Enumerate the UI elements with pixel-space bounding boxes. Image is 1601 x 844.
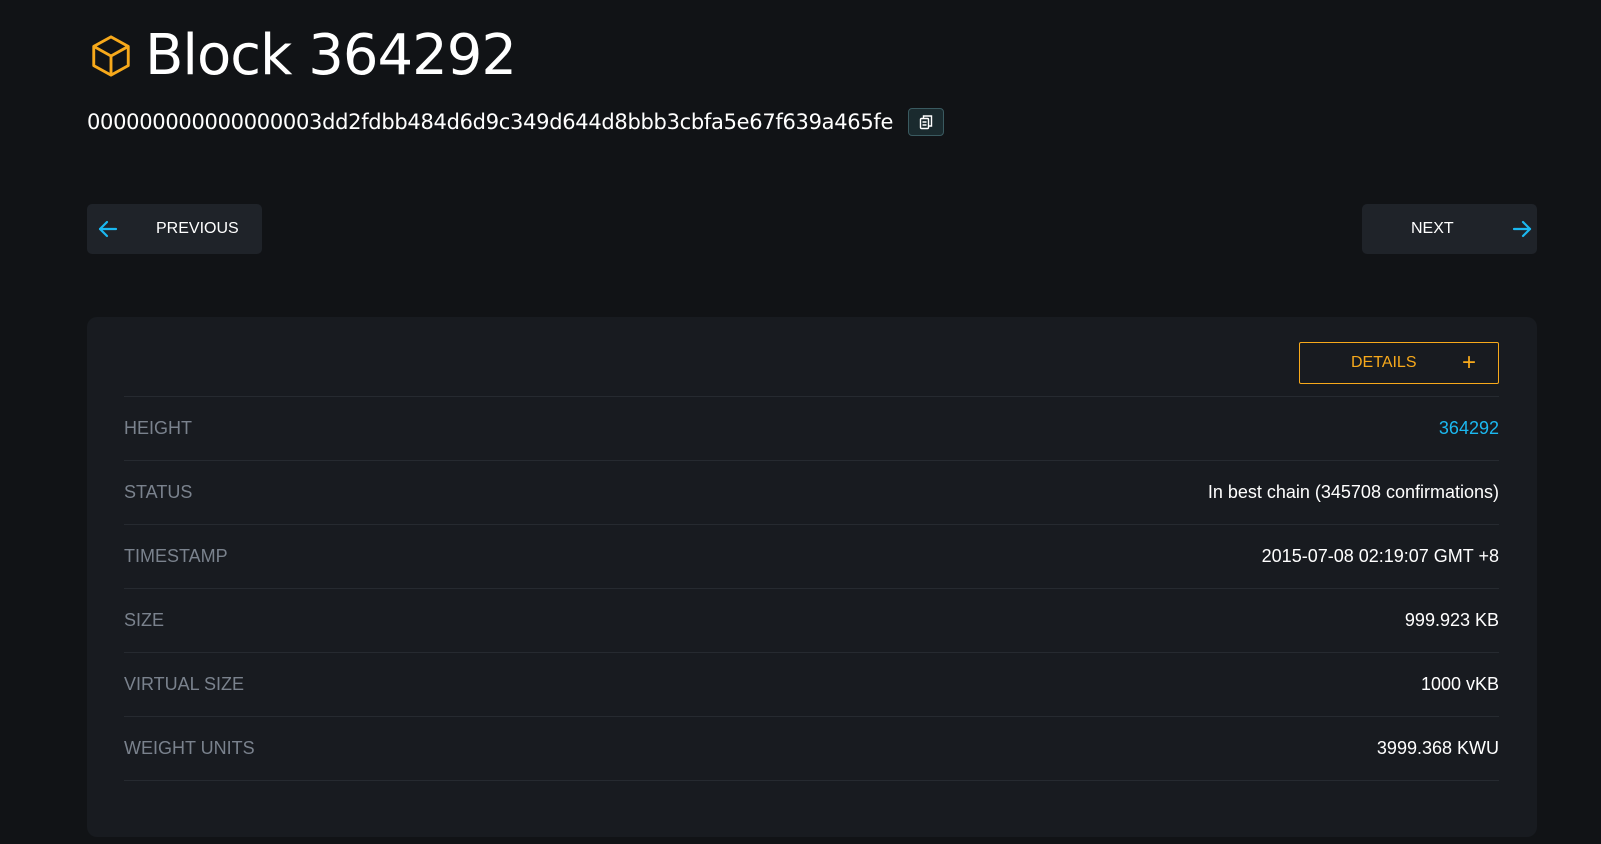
row-value: 1000 vKB bbox=[1420, 674, 1499, 694]
row-value: 2015-07-08 02:19:07 GMT +8 bbox=[1261, 546, 1499, 566]
height-link[interactable]: 364292 bbox=[1439, 418, 1499, 439]
plus-icon: + bbox=[1461, 349, 1476, 376]
row-label: WEIGHT UNITS bbox=[124, 738, 255, 758]
page-header: Block 364292 bbox=[87, 22, 517, 90]
row-label: TIMESTAMP bbox=[124, 546, 228, 566]
copy-hash-button[interactable] bbox=[908, 108, 945, 136]
row-label: STATUS bbox=[124, 482, 193, 502]
row-divider bbox=[124, 780, 1499, 844]
row-value: 3999.368 KWU bbox=[1376, 738, 1499, 758]
row-virtual-size: VIRTUAL SIZE 1000 vKB bbox=[124, 652, 1499, 716]
row-label: SIZE bbox=[124, 610, 165, 630]
row-label: VIRTUAL SIZE bbox=[124, 674, 245, 694]
arrow-right-icon bbox=[1511, 218, 1533, 245]
next-label: NEXT bbox=[1411, 220, 1454, 237]
row-value: In best chain (345708 confirmations) bbox=[1207, 482, 1499, 502]
row-value: 999.923 KB bbox=[1404, 610, 1499, 630]
block-details-panel: DETAILS + HEIGHT 364292 STATUS In best c… bbox=[87, 317, 1537, 837]
row-status: STATUS In best chain (345708 confirmatio… bbox=[124, 460, 1499, 524]
previous-label: PREVIOUS bbox=[156, 220, 239, 237]
cube-icon bbox=[87, 32, 135, 80]
copy-icon bbox=[919, 115, 933, 130]
row-timestamp: TIMESTAMP 2015-07-08 02:19:07 GMT +8 bbox=[124, 524, 1499, 588]
block-info-list: HEIGHT 364292 STATUS In best chain (3457… bbox=[124, 396, 1499, 844]
row-weight-units: WEIGHT UNITS 3999.368 KWU bbox=[124, 716, 1499, 780]
row-label: HEIGHT bbox=[124, 418, 193, 438]
previous-block-button[interactable]: PREVIOUS bbox=[87, 204, 262, 254]
details-toggle-button[interactable]: DETAILS + bbox=[1299, 342, 1499, 384]
block-hash-row: 000000000000000003dd2fdbb484d6d9c349d644… bbox=[87, 108, 945, 136]
row-height: HEIGHT 364292 bbox=[124, 396, 1499, 460]
row-size: SIZE 999.923 KB bbox=[124, 588, 1499, 652]
arrow-left-icon bbox=[97, 218, 119, 245]
page-title: Block 364292 bbox=[145, 23, 517, 88]
block-hash: 000000000000000003dd2fdbb484d6d9c349d644… bbox=[87, 110, 894, 134]
next-block-button[interactable]: NEXT bbox=[1362, 204, 1537, 254]
details-label: DETAILS bbox=[1351, 354, 1417, 371]
